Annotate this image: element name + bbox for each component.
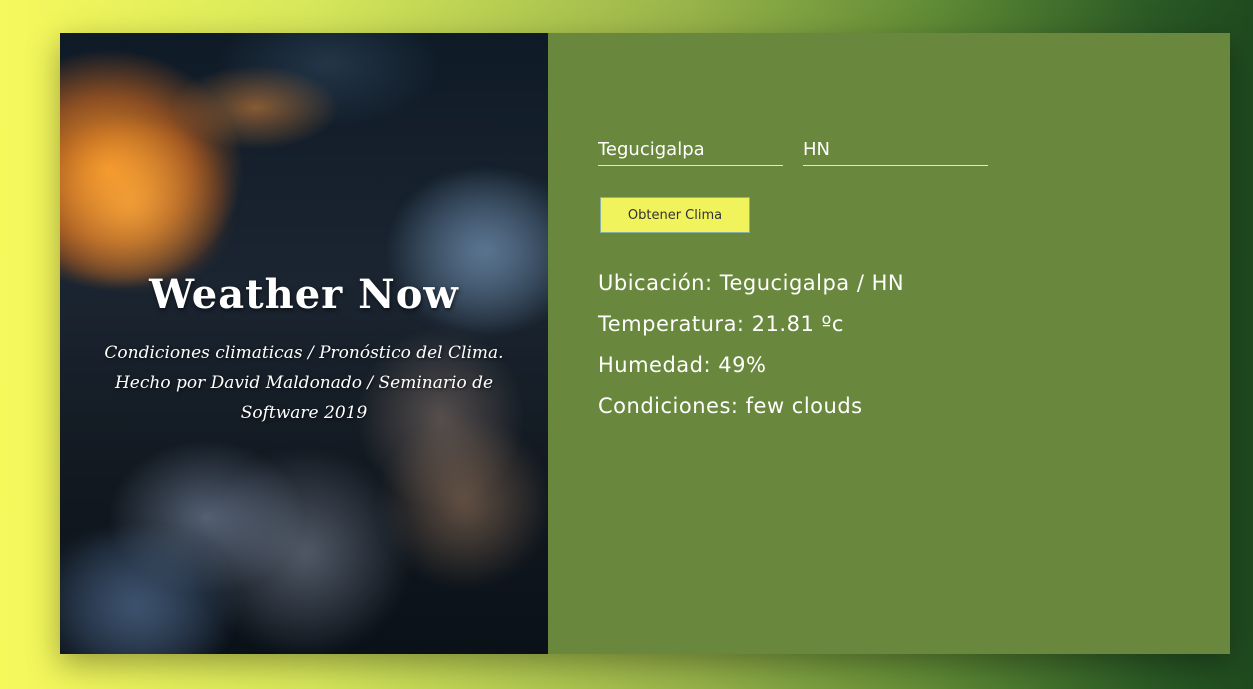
subtitle-line: Hecho por David Maldonado / Seminario de	[114, 373, 494, 393]
app-subtitle: Condiciones climaticas / Pronóstico del …	[74, 338, 534, 428]
humidity-result: Humedad: 49%	[598, 353, 767, 377]
location-result: Ubicación: Tegucigalpa / HN	[598, 271, 905, 295]
cloud-shape	[60, 123, 240, 283]
temperature-result: Temperatura: 21.81 ºc	[598, 312, 844, 336]
weather-results: Ubicación: Tegucigalpa / HN Temperatura:…	[598, 263, 904, 427]
cloud-shape	[380, 413, 548, 593]
city-input[interactable]	[598, 133, 783, 166]
app-title: Weather Now	[149, 271, 459, 318]
location-inputs	[598, 133, 988, 166]
subtitle-line: Software 2019	[240, 403, 368, 423]
conditions-result: Condiciones: few clouds	[598, 394, 863, 418]
country-input[interactable]	[803, 133, 988, 166]
subtitle-line: Condiciones climaticas / Pronóstico del …	[104, 343, 504, 363]
get-weather-button[interactable]: Obtener Clima	[600, 197, 750, 233]
weather-card: Weather Now Condiciones climaticas / Pro…	[60, 33, 1230, 654]
hero-text: Weather Now Condiciones climaticas / Pro…	[60, 271, 548, 428]
weather-form-panel: Obtener Clima Ubicación: Tegucigalpa / H…	[548, 33, 1230, 654]
hero-image-panel: Weather Now Condiciones climaticas / Pro…	[60, 33, 548, 654]
